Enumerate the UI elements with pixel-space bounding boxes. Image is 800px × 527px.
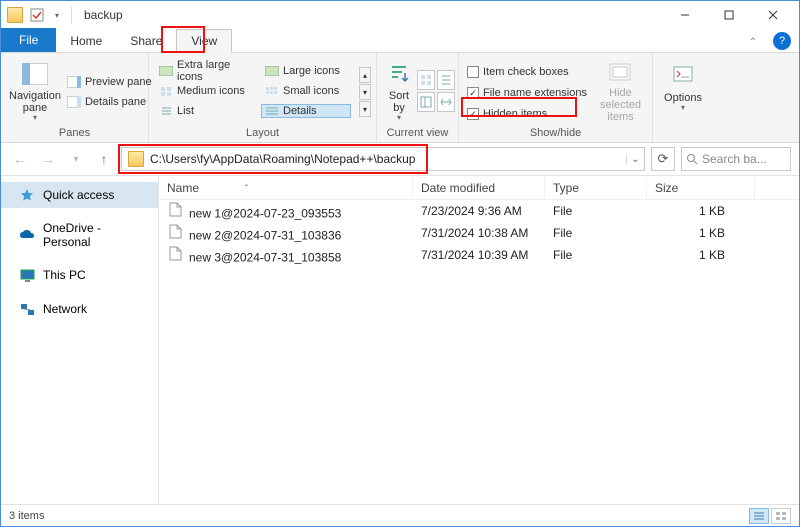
group-label-layout: Layout bbox=[149, 125, 376, 142]
sidebar-item-network[interactable]: Network bbox=[1, 296, 158, 322]
navigation-row: ← → ▾ ↑ C:\Users\fy\AppData\Roaming\Note… bbox=[1, 143, 799, 175]
close-button[interactable] bbox=[751, 1, 795, 29]
sort-by-button[interactable]: Sort by ▾ bbox=[385, 59, 413, 123]
folder-icon bbox=[7, 7, 23, 23]
layout-large[interactable]: Large icons bbox=[261, 64, 351, 78]
tab-home[interactable]: Home bbox=[56, 30, 116, 52]
divider bbox=[71, 6, 72, 24]
file-icon bbox=[167, 246, 183, 262]
refresh-button[interactable]: ⟳ bbox=[651, 147, 675, 171]
address-dropdown[interactable]: ⌄ bbox=[626, 154, 644, 165]
ribbon: Navigation pane ▾ Preview pane Details p… bbox=[1, 53, 799, 143]
cloud-icon bbox=[19, 227, 35, 243]
layout-expand[interactable]: ▾ bbox=[359, 101, 371, 117]
sidebar-item-onedrive[interactable]: OneDrive - Personal bbox=[1, 216, 158, 254]
file-extensions-toggle[interactable]: File name extensions bbox=[467, 84, 587, 102]
ribbon-tabs: File Home Share View ⌃ ? bbox=[1, 29, 799, 53]
current-view-buttons bbox=[417, 70, 455, 112]
hide-selected-button[interactable]: Hide selected items bbox=[597, 59, 644, 123]
recent-dropdown[interactable]: ▾ bbox=[65, 148, 87, 170]
column-header-type[interactable]: Type bbox=[545, 176, 647, 199]
checkbox-icon bbox=[467, 87, 479, 99]
window-controls bbox=[663, 1, 795, 29]
search-placeholder: Search ba... bbox=[702, 152, 767, 166]
status-bar: 3 items bbox=[1, 504, 799, 526]
sort-indicator-icon: ⌃ bbox=[243, 183, 250, 192]
navigation-sidebar: Quick access OneDrive - Personal This PC… bbox=[1, 176, 159, 518]
back-button[interactable]: ← bbox=[9, 148, 31, 170]
layout-xl[interactable]: Extra large icons bbox=[155, 58, 255, 84]
address-bar[interactable]: C:\Users\fy\AppData\Roaming\Notepad++\ba… bbox=[121, 147, 645, 171]
column-header-name[interactable]: Name⌃ bbox=[159, 176, 413, 199]
file-icon bbox=[167, 224, 183, 240]
folder-icon bbox=[128, 151, 144, 167]
column-header-size[interactable]: Size bbox=[647, 176, 755, 199]
up-button[interactable]: ↑ bbox=[93, 148, 115, 170]
column-header-date[interactable]: Date modified bbox=[413, 176, 545, 199]
file-row[interactable]: new 2@2024-07-31_103836 7/31/2024 10:38 … bbox=[159, 222, 799, 244]
minimize-button[interactable] bbox=[663, 1, 707, 29]
layout-details[interactable]: Details bbox=[261, 104, 351, 118]
layout-medium[interactable]: Medium icons bbox=[155, 84, 255, 98]
navigation-pane-button[interactable]: Navigation pane ▾ bbox=[9, 59, 61, 123]
collapse-ribbon-icon[interactable]: ⌃ bbox=[743, 33, 763, 52]
sidebar-item-this-pc[interactable]: This PC bbox=[1, 262, 158, 288]
file-row[interactable]: new 3@2024-07-31_103858 7/31/2024 10:39 … bbox=[159, 244, 799, 266]
tab-share[interactable]: Share bbox=[116, 30, 176, 52]
layout-scroll-up[interactable]: ▴ bbox=[359, 67, 371, 83]
pc-icon bbox=[19, 267, 35, 283]
address-path: C:\Users\fy\AppData\Roaming\Notepad++\ba… bbox=[150, 152, 415, 166]
status-text: 3 items bbox=[9, 510, 44, 522]
layout-gallery[interactable]: Extra large icons Large icons Medium ico… bbox=[155, 62, 351, 120]
checkbox-icon bbox=[467, 108, 479, 120]
layout-list[interactable]: List bbox=[155, 104, 255, 118]
preview-pane-button[interactable]: Preview pane bbox=[67, 73, 152, 91]
hidden-items-toggle[interactable]: Hidden items bbox=[467, 105, 587, 123]
search-box[interactable]: Search ba... bbox=[681, 147, 791, 171]
fit-columns-button[interactable] bbox=[437, 92, 455, 112]
forward-button[interactable]: → bbox=[37, 148, 59, 170]
layout-scroll-down[interactable]: ▾ bbox=[359, 84, 371, 100]
sidebar-item-quick-access[interactable]: Quick access bbox=[1, 182, 158, 208]
navpane-label: Navigation pane bbox=[9, 90, 61, 114]
qat-dropdown[interactable]: ▾ bbox=[49, 7, 65, 23]
item-checkboxes-toggle[interactable]: Item check boxes bbox=[467, 63, 587, 81]
qat-item[interactable] bbox=[29, 7, 45, 23]
checkbox-icon bbox=[467, 66, 479, 78]
group-label-panes: Panes bbox=[1, 125, 148, 142]
search-icon bbox=[686, 153, 698, 165]
details-pane-button[interactable]: Details pane bbox=[67, 93, 152, 111]
title-bar: ▾ backup bbox=[1, 1, 799, 29]
layout-small[interactable]: Small icons bbox=[261, 84, 351, 98]
group-label-currentview: Current view bbox=[377, 125, 458, 142]
tab-file[interactable]: File bbox=[1, 28, 56, 52]
help-icon[interactable]: ? bbox=[773, 32, 791, 50]
group-by-button[interactable] bbox=[417, 70, 435, 90]
maximize-button[interactable] bbox=[707, 1, 751, 29]
options-button[interactable]: Options ▾ bbox=[661, 59, 705, 123]
quick-access-toolbar: ▾ bbox=[29, 7, 65, 23]
main-area: Quick access OneDrive - Personal This PC… bbox=[1, 175, 799, 518]
view-thumbnails-button[interactable] bbox=[771, 508, 791, 524]
view-details-button[interactable] bbox=[749, 508, 769, 524]
add-columns-button[interactable] bbox=[437, 70, 455, 90]
tab-view[interactable]: View bbox=[176, 29, 232, 53]
file-row[interactable]: new 1@2024-07-23_093553 7/23/2024 9:36 A… bbox=[159, 200, 799, 222]
star-icon bbox=[19, 187, 35, 203]
file-list-pane: Name⌃ Date modified Type Size new 1@2024… bbox=[159, 176, 799, 518]
window-title: backup bbox=[84, 8, 123, 22]
column-headers: Name⌃ Date modified Type Size bbox=[159, 176, 799, 200]
file-icon bbox=[167, 202, 183, 218]
group-label-showhide: Show/hide bbox=[459, 125, 652, 142]
size-columns-button[interactable] bbox=[417, 92, 435, 112]
network-icon bbox=[19, 301, 35, 317]
showhide-checkboxes: Item check boxes File name extensions Hi… bbox=[467, 59, 587, 123]
